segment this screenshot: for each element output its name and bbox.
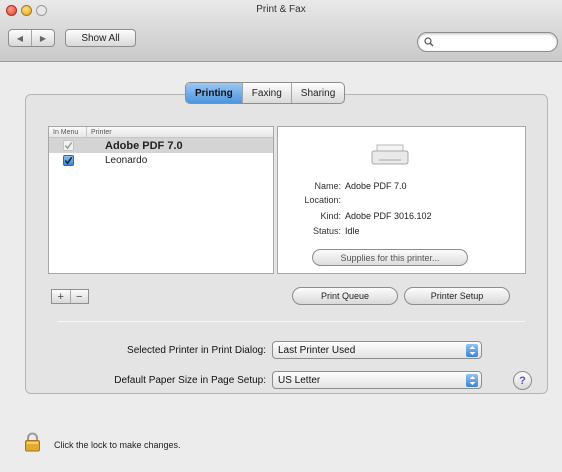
printer-list-header: In Menu Printer	[49, 127, 273, 138]
selected-printer-popup[interactable]: Last Printer Used	[272, 341, 482, 359]
printer-setup-button[interactable]: Printer Setup	[404, 287, 510, 305]
name-label: Name:	[314, 181, 341, 191]
printer-info-pane: Name: Adobe PDF 7.0 Location: Kind: Adob…	[277, 126, 526, 274]
kind-label: Kind:	[320, 211, 341, 221]
search-icon	[424, 37, 434, 47]
in-menu-checkbox[interactable]	[62, 140, 74, 151]
printer-name: Adobe PDF 7.0	[105, 139, 183, 152]
window-toolbar: Print & Fax ◀ ▶ Show All	[0, 0, 562, 62]
print-fax-window: Print & Fax ◀ ▶ Show All Printing Faxing…	[0, 0, 562, 472]
remove-printer-button[interactable]: −	[69, 290, 89, 303]
print-queue-button[interactable]: Print Queue	[292, 287, 398, 305]
printer-icon	[371, 144, 409, 165]
popup-arrows-icon	[466, 374, 478, 387]
printer-list[interactable]: In Menu Printer Adobe PDF 7.0 Leonardo	[48, 126, 274, 274]
printer-row-leonardo[interactable]: Leonardo	[49, 153, 273, 168]
column-header-printer[interactable]: Printer	[87, 127, 112, 137]
supplies-button[interactable]: Supplies for this printer...	[312, 249, 468, 266]
location-label: Location:	[304, 195, 341, 205]
default-paper-popup[interactable]: US Letter	[272, 371, 482, 389]
add-remove-control: + −	[51, 289, 89, 304]
window-title: Print & Fax	[256, 4, 306, 15]
checkmark-icon	[64, 156, 72, 165]
status-value: Idle	[345, 226, 360, 236]
column-header-in-menu[interactable]: In Menu	[49, 127, 87, 137]
help-button[interactable]: ?	[513, 371, 532, 390]
forward-arrow-icon[interactable]: ▶	[31, 30, 54, 46]
lock-icon[interactable]	[24, 432, 41, 452]
search-input[interactable]	[438, 36, 548, 48]
name-value: Adobe PDF 7.0	[345, 181, 407, 191]
selected-printer-value: Last Printer Used	[278, 344, 356, 356]
tab-bar: Printing Faxing Sharing	[185, 82, 346, 104]
lock-message: Click the lock to make changes.	[54, 440, 181, 450]
search-field[interactable]	[417, 32, 558, 52]
tab-faxing[interactable]: Faxing	[241, 83, 291, 103]
printer-name: Leonardo	[105, 155, 148, 166]
popup-arrows-icon	[466, 344, 478, 357]
status-label: Status:	[312, 226, 341, 236]
default-paper-label: Default Paper Size in Page Setup:	[114, 375, 266, 386]
default-paper-value: US Letter	[278, 374, 321, 386]
add-printer-button[interactable]: +	[52, 290, 70, 303]
show-all-button[interactable]: Show All	[65, 29, 136, 47]
selected-printer-label: Selected Printer in Print Dialog:	[127, 345, 266, 356]
in-menu-checkbox[interactable]	[62, 155, 74, 166]
printer-row-adobe-pdf[interactable]: Adobe PDF 7.0	[49, 138, 273, 153]
tab-sharing[interactable]: Sharing	[290, 83, 344, 103]
kind-value: Adobe PDF 3016.102	[345, 211, 432, 221]
back-forward-control: ◀ ▶	[8, 29, 55, 47]
divider	[58, 321, 525, 322]
back-arrow-icon[interactable]: ◀	[9, 30, 31, 46]
tab-printing[interactable]: Printing	[186, 83, 242, 103]
checkmark-icon	[64, 141, 72, 150]
